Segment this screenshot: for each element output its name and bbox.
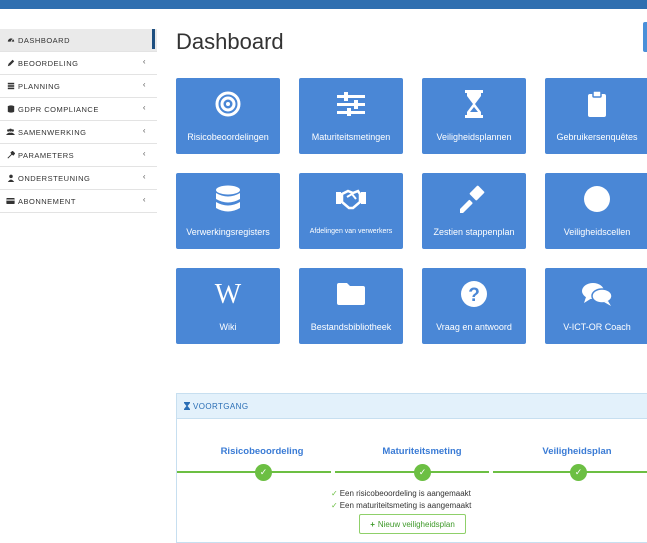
sidebar-item-abonnement[interactable]: ABONNEMENT ‹ (0, 190, 157, 213)
chevron-left-icon[interactable]: ‹ (143, 57, 146, 66)
progress-message: ✓ Een maturiteitsmeting is aangemaakt (331, 501, 472, 510)
comments-icon (545, 280, 647, 308)
progress-title: VOORTGANG (193, 401, 249, 411)
sidebar-item-label: ONDERSTEUNING (18, 173, 91, 183)
step-complete-check: ✓ (255, 464, 272, 481)
check-icon: ✓ (574, 467, 583, 477)
tile-wiki[interactable]: W Wiki (176, 268, 280, 344)
top-bar (0, 0, 647, 9)
database-icon (6, 105, 15, 113)
step-complete-check: ✓ (414, 464, 431, 481)
pencil-icon (6, 59, 15, 67)
handshake-icon (299, 185, 403, 213)
chevron-left-icon[interactable]: ‹ (143, 126, 146, 135)
step-complete-check: ✓ (570, 464, 587, 481)
tile-label: Zestien stappenplan (433, 227, 515, 237)
check-icon: ✓ (331, 489, 338, 498)
sidebar-item-label: PLANNING (18, 81, 61, 91)
hourglass-icon (184, 402, 190, 410)
hourglass-icon (422, 90, 526, 118)
check-icon: ✓ (418, 467, 427, 477)
tile-label: V-ICT-OR Coach (563, 322, 631, 332)
sidebar-item-label: PARAMETERS (18, 150, 75, 160)
wikipedia-icon: W (176, 280, 280, 308)
tile-label: Risicobeoordelingen (187, 132, 269, 142)
check-icon: ✓ (331, 501, 338, 510)
check-icon: ✓ (259, 467, 268, 477)
user-icon (6, 174, 15, 182)
step-label-maturiteitsmeting[interactable]: Maturiteitsmeting (352, 446, 492, 457)
page-title: Dashboard (176, 29, 284, 54)
plus-icon: + (370, 519, 375, 529)
card-icon (6, 197, 15, 205)
sidebar-item-label: BEOORDELING (18, 58, 79, 68)
tile-zestien-stappenplan[interactable]: Zestien stappenplan (422, 173, 526, 249)
svg-text:W: W (215, 281, 242, 307)
tile-v-ict-or-coach[interactable]: V-ICT-OR Coach (545, 268, 647, 344)
sidebar-item-beoordeling[interactable]: BEOORDELING ‹ (0, 52, 157, 75)
tile-label: Veiligheidscellen (563, 227, 631, 237)
tile-bestandsbibliotheek[interactable]: Bestandsbibliotheek (299, 268, 403, 344)
folder-icon (299, 280, 403, 308)
tile-veiligheidsplannen[interactable]: Veiligheidsplannen (422, 78, 526, 154)
tile-verwerkingsregisters[interactable]: Verwerkingsregisters (176, 173, 280, 249)
sliders-icon (299, 90, 403, 118)
sidebar: DASHBOARD BEOORDELING ‹ PLANNING ‹ GDPR … (0, 29, 157, 213)
step-label-risicobeoordeling[interactable]: Risicobeoordeling (197, 446, 327, 457)
gavel-icon (422, 185, 526, 213)
sidebar-item-label: DASHBOARD (18, 35, 71, 45)
target-icon (176, 90, 280, 118)
svg-text:?: ? (468, 285, 480, 306)
step-connector (177, 471, 331, 473)
sidebar-item-samenwerking[interactable]: SAMENWERKING ‹ (0, 121, 157, 144)
sidebar-item-label: GDPR COMPLIANCE (18, 104, 99, 114)
users-icon (6, 128, 15, 136)
sidebar-item-label: ABONNEMENT (18, 196, 76, 206)
chevron-left-icon[interactable]: ‹ (143, 195, 146, 204)
sidebar-item-ondersteuning[interactable]: ONDERSTEUNING ‹ (0, 167, 157, 190)
tile-label: Maturiteitsmetingen (311, 132, 391, 142)
tile-label: Wiki (219, 322, 237, 332)
sidebar-item-planning[interactable]: PLANNING ‹ (0, 75, 157, 98)
new-safety-plan-label: Nieuw veiligheidsplan (377, 519, 455, 529)
question-icon: ? (422, 280, 526, 308)
chevron-left-icon[interactable]: ‹ (143, 149, 146, 158)
tile-label: Verwerkingsregisters (186, 227, 270, 237)
sidebar-item-gdpr-compliance[interactable]: GDPR COMPLIANCE ‹ (0, 98, 157, 121)
tile-label: Bestandsbibliotheek (310, 322, 392, 332)
step-label-veiligheidsplan[interactable]: Veiligheidsplan (517, 446, 637, 457)
tile-vraag-en-antwoord[interactable]: ? Vraag en antwoord (422, 268, 526, 344)
tile-risicobeoordelingen[interactable]: Risicobeoordelingen (176, 78, 280, 154)
tile-veiligheidscellen[interactable]: Veiligheidscellen (545, 173, 647, 249)
chevron-left-icon[interactable]: ‹ (143, 80, 146, 89)
sidebar-item-dashboard[interactable]: DASHBOARD (0, 29, 157, 52)
tile-afdelingen-van-verwerkers[interactable]: Afdelingen van verwerkers (299, 173, 403, 249)
tile-label: Afdelingen van verwerkers (309, 228, 393, 235)
progress-panel: VOORTGANG Risicobeoordeling Maturiteitsm… (176, 393, 647, 543)
chevron-left-icon[interactable]: ‹ (143, 103, 146, 112)
progress-message: ✓ Een risicobeoordeling is aangemaakt (331, 489, 471, 498)
tile-label: Veiligheidsplannen (436, 132, 512, 142)
header-action-button[interactable] (643, 22, 647, 52)
sidebar-item-label: SAMENWERKING (18, 127, 87, 137)
wrench-icon (6, 151, 15, 159)
progress-panel-header: VOORTGANG (177, 394, 647, 419)
step-connector (335, 471, 489, 473)
database-icon (176, 185, 280, 213)
sidebar-item-parameters[interactable]: PARAMETERS ‹ (0, 144, 157, 167)
tile-label: Gebruikersenquêtes (556, 132, 638, 142)
clipboard-icon (545, 90, 647, 118)
list-icon (6, 82, 15, 90)
chevron-left-icon[interactable]: ‹ (143, 172, 146, 181)
tile-gebruikersenquetes[interactable]: Gebruikersenquêtes (545, 78, 647, 154)
new-safety-plan-button[interactable]: + Nieuw veiligheidsplan (359, 514, 466, 534)
dashboard-icon (6, 36, 15, 44)
circle-icon (545, 185, 647, 213)
active-indicator (152, 29, 155, 49)
tile-label: Vraag en antwoord (436, 322, 512, 332)
tile-maturiteitsmetingen[interactable]: Maturiteitsmetingen (299, 78, 403, 154)
